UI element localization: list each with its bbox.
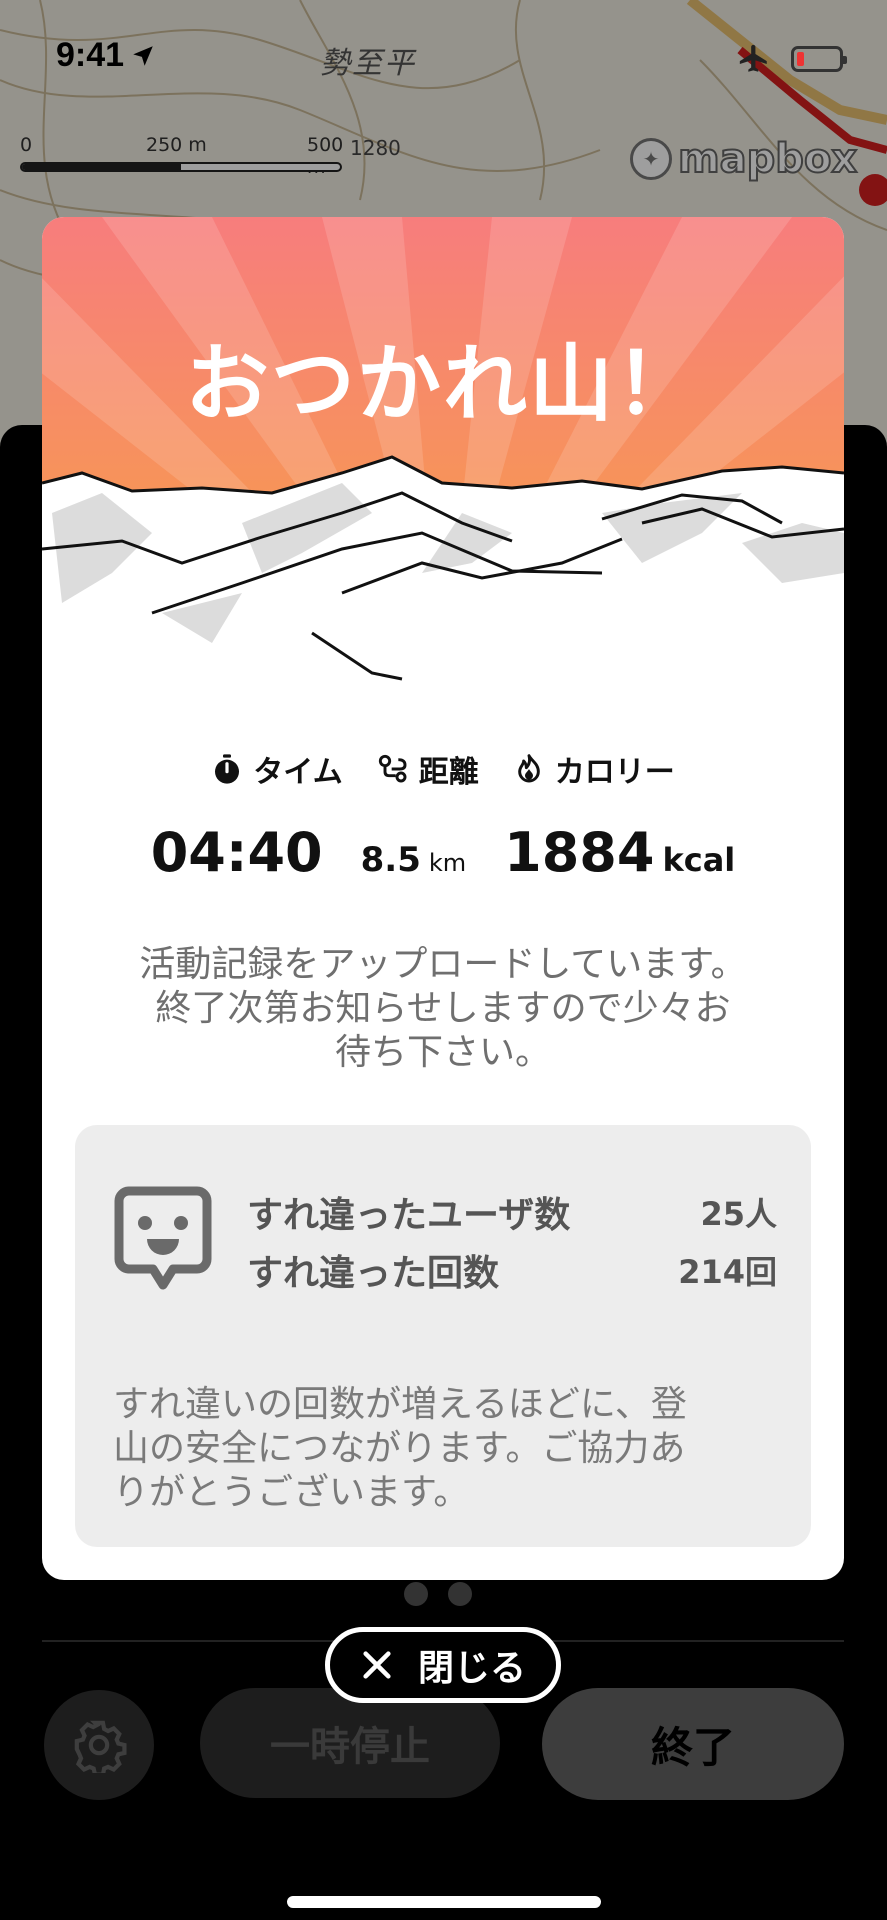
pass-by-note: すれ違いの回数が増えるほどに、登 山の安全につながります。ご協力あ りがとうござ…	[113, 1384, 687, 1513]
pass-count-label: すれ違った回数	[247, 1253, 500, 1294]
upload-status-message: 活動記録をアップロードしています。 終了次第お知らせしますので少々お 待ち下さい…	[139, 944, 747, 1073]
end-button[interactable]: 終了	[542, 1688, 844, 1800]
pass-by-panel: すれ違ったユーザ数 25人 すれ違った回数 214回 すれ違いの回数が増えるほど…	[75, 1125, 811, 1547]
close-x-icon	[363, 1651, 391, 1679]
airplane-icon	[739, 44, 767, 72]
pass-by-stats: すれ違ったユーザ数 25人 すれ違った回数 214回	[247, 1183, 777, 1299]
stats-labels: タイム 距離 カロリー	[42, 747, 844, 791]
pass-count-value: 214回	[678, 1253, 777, 1291]
pass-count-row: すれ違った回数 214回	[247, 1241, 777, 1299]
pass-users-row: すれ違ったユーザ数 25人	[247, 1183, 777, 1241]
time-value: 04:40	[150, 821, 323, 884]
pass-users-label: すれ違ったユーザ数	[247, 1195, 571, 1236]
time-label: タイム	[253, 755, 343, 790]
settings-button[interactable]	[44, 1690, 154, 1800]
close-button[interactable]: 閉じる	[325, 1627, 561, 1703]
distance-label: 距離	[418, 755, 479, 790]
smiley-face-icon	[114, 1186, 212, 1290]
status-indicators	[735, 42, 847, 76]
mountain-illustration	[42, 455, 844, 683]
distance-unit: km	[428, 849, 467, 877]
route-icon	[378, 754, 407, 783]
stats-values: 04:40 8.5 km 1884 kcal	[42, 821, 844, 884]
finish-summary-card: おつかれ山！ タイム 距離 カロリー 04:40 8.5 km 1884 kca…	[42, 217, 844, 1580]
battery-icon	[791, 46, 847, 72]
calorie-label: カロリー	[554, 755, 675, 790]
gear-icon	[74, 1720, 127, 1773]
card-title: おつかれ山！	[184, 335, 701, 433]
calorie-unit: kcal	[662, 841, 736, 879]
location-arrow-icon	[133, 45, 153, 66]
pass-users-value: 25人	[700, 1195, 777, 1233]
status-time: 9:41	[56, 36, 156, 75]
close-button-label: 閉じる	[417, 1648, 526, 1689]
pause-button[interactable]: 一時停止	[200, 1688, 500, 1798]
stopwatch-icon	[215, 754, 240, 784]
home-indicator[interactable]	[287, 1896, 601, 1908]
calorie-value: 1884	[504, 821, 655, 884]
page-indicator	[404, 1582, 472, 1606]
distance-value: 8.5	[360, 840, 421, 880]
flame-icon	[517, 754, 540, 783]
